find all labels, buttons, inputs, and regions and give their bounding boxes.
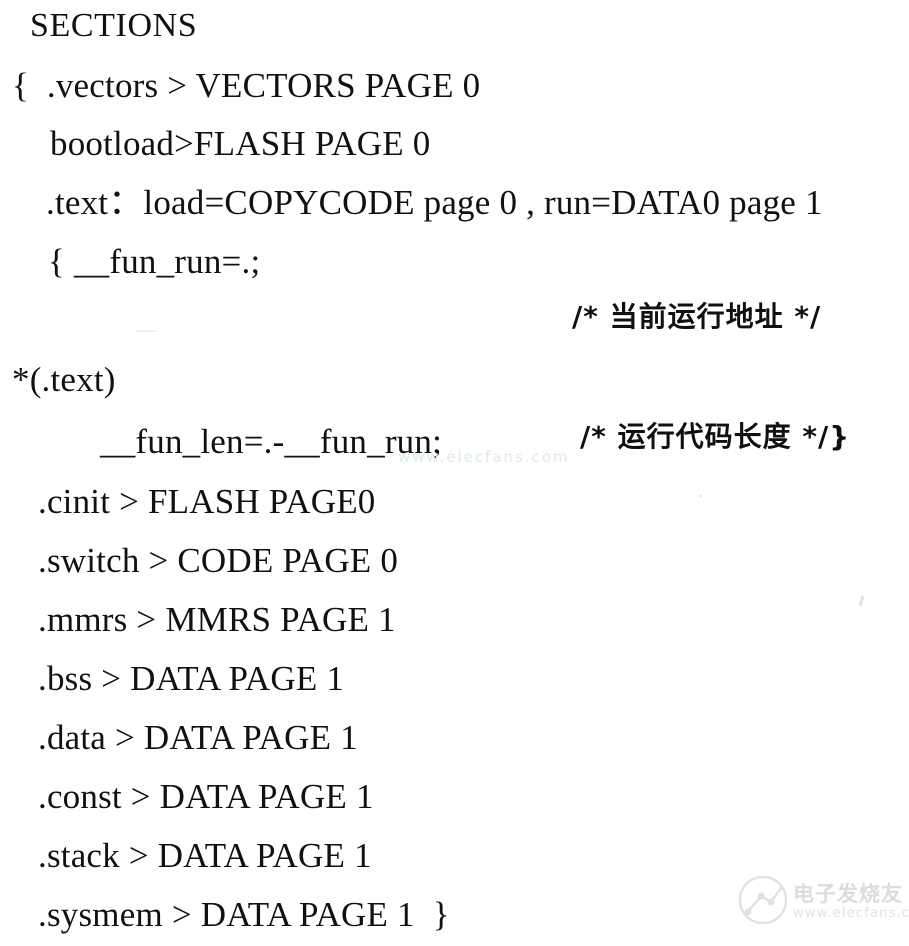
elecfans-logo-icon (738, 875, 788, 925)
comment-run-code-length: /* 运行代码长度 */} (580, 420, 851, 453)
code-line-fun-run: { __fun_run=.; (48, 242, 261, 281)
code-line-const: .const > DATA PAGE 1 (38, 777, 374, 816)
code-line-sysmem: .sysmem > DATA PAGE 1 } (38, 895, 450, 934)
code-line-star-text: *(.text) (12, 360, 116, 399)
faint-center-watermark: www.elecfans.com (398, 448, 570, 466)
code-line-fun-len: __fun_len=.-__fun_run; (100, 422, 442, 461)
code-line-switch: .switch > CODE PAGE 0 (38, 541, 399, 580)
code-line-sections: SECTIONS (30, 7, 198, 44)
scan-artifact (858, 595, 865, 607)
code-line-cinit: .cinit > FLASH PAGE0 (38, 482, 376, 521)
code-line-data: .data > DATA PAGE 1 (38, 718, 358, 757)
comment-current-run-address: /* 当前运行地址 */ (572, 300, 822, 333)
scan-artifact (135, 330, 157, 332)
scan-artifact (700, 495, 702, 497)
code-line-stack: .stack > DATA PAGE 1 (38, 836, 372, 875)
code-line-mmrs: .mmrs > MMRS PAGE 1 (38, 600, 396, 639)
code-line-text: .text：load=COPYCODE page 0 , run=DATA0 p… (46, 183, 823, 222)
scanned-page: SECTIONS { .vectors > VECTORS PAGE 0 boo… (0, 0, 909, 946)
code-line-vectors: { .vectors > VECTORS PAGE 0 (12, 66, 481, 105)
site-watermark-name: 电子发烧友 (793, 882, 903, 906)
site-watermark: 电子发烧友 www.elecfans.com (735, 862, 909, 936)
code-line-bss: .bss > DATA PAGE 1 (38, 659, 345, 698)
site-watermark-url: www.elecfans.com (793, 906, 909, 921)
code-line-bootload: bootload>FLASH PAGE 0 (50, 124, 431, 163)
